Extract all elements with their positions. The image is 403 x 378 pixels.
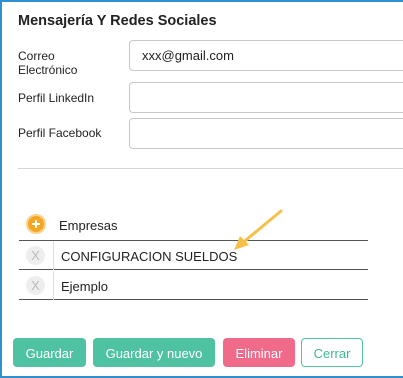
email-field[interactable]: xxx@gmail.com <box>129 40 403 71</box>
email-label-line2: Electrónico <box>18 63 78 77</box>
section-title: Mensajería Y Redes Sociales <box>18 13 217 29</box>
facebook-label: Perfil Facebook <box>18 126 102 140</box>
list-item-label: CONFIGURACION SUELDOS <box>61 249 238 264</box>
row-separator <box>53 241 54 270</box>
remove-icon[interactable]: X <box>26 276 45 295</box>
section-divider <box>18 168 403 169</box>
annotation-arrow-icon <box>234 209 283 250</box>
save-button[interactable]: Guardar <box>13 338 86 367</box>
form-panel: Mensajería Y Redes Sociales Correo Elect… <box>0 0 403 378</box>
linkedin-field[interactable] <box>129 82 403 113</box>
email-label-line1: Correo <box>18 49 55 63</box>
facebook-field[interactable] <box>129 118 403 149</box>
group-label: Empresas <box>59 218 118 233</box>
list-item: X Ejemplo <box>19 271 368 300</box>
list-item: X CONFIGURACION SUELDOS <box>19 241 368 270</box>
linkedin-label: Perfil LinkedIn <box>18 91 95 105</box>
row-separator <box>53 271 54 300</box>
delete-button[interactable]: Eliminar <box>223 338 295 367</box>
close-button[interactable]: Cerrar <box>301 338 363 367</box>
add-icon[interactable] <box>26 214 46 234</box>
email-label: Correo Electrónico <box>18 49 77 77</box>
remove-icon[interactable]: X <box>26 246 45 265</box>
list-item-label: Ejemplo <box>61 279 108 294</box>
save-and-new-button[interactable]: Guardar y nuevo <box>93 338 215 367</box>
